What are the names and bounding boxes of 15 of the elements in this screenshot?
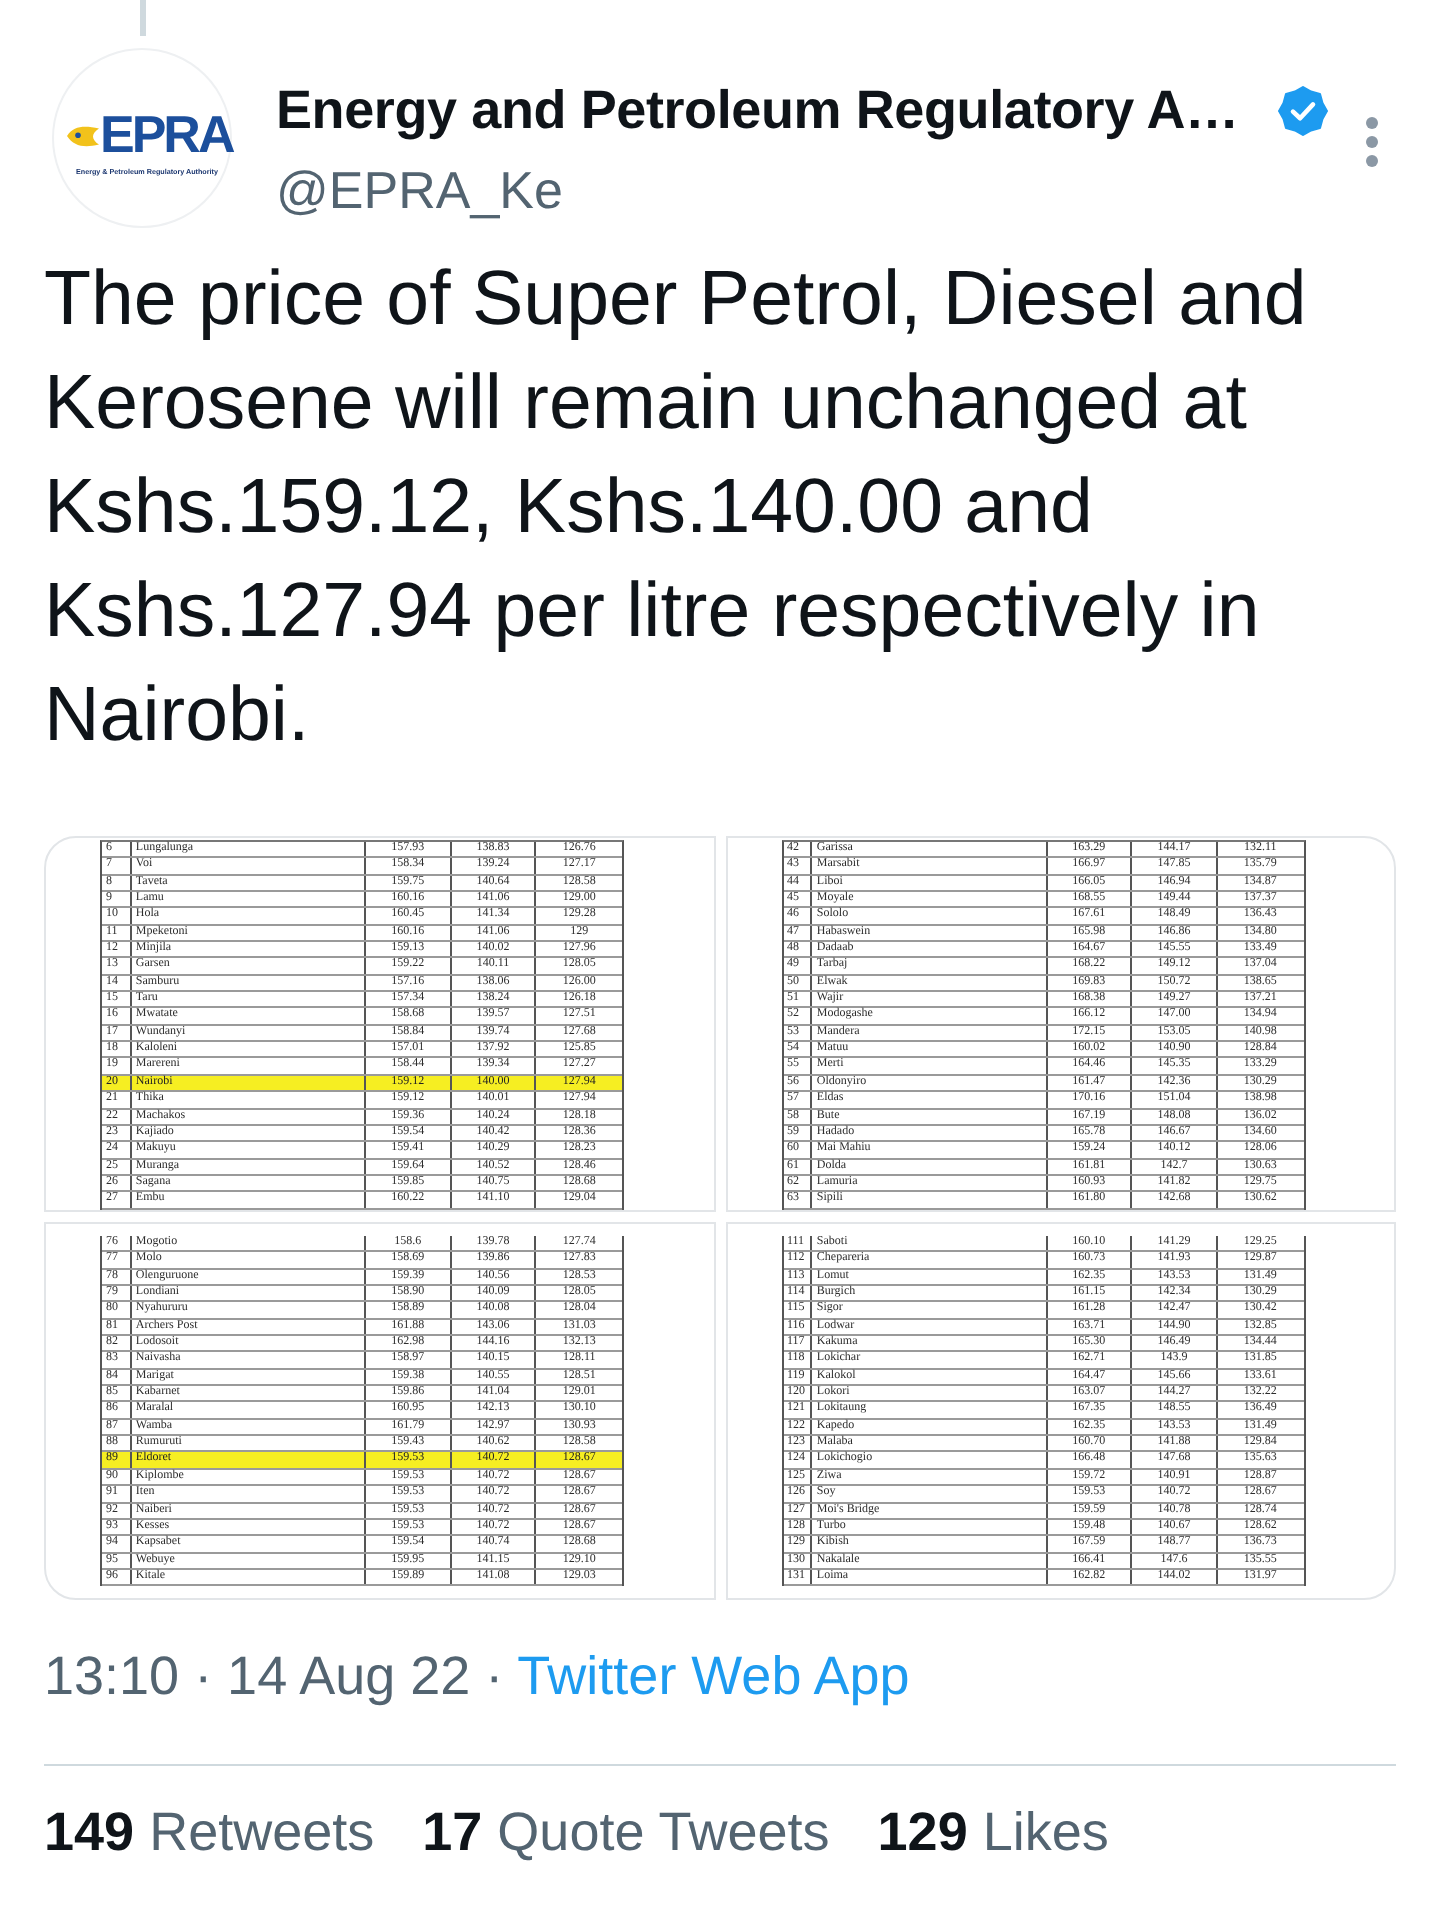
tweet-timestamp: 13:10 · 14 Aug 22 · [44,1644,504,1708]
document-image[interactable] [44,836,715,1212]
more-icon[interactable] [1364,116,1380,168]
document-image[interactable] [725,1222,1396,1600]
document-image[interactable] [725,836,1396,1212]
author-handle[interactable]: @EPRA_Ke [276,158,1329,222]
stat-link[interactable]: 17 Quote Tweets [422,1800,830,1864]
stat-link[interactable]: 149 Retweets [44,1800,375,1864]
logo-text: EPRA [100,108,233,160]
thread-line [140,0,146,36]
author-name[interactable]: Energy and Petroleum Regulatory A… [276,76,1239,144]
document-image[interactable] [44,1222,715,1600]
stat-link[interactable]: 129 Likes [877,1800,1109,1864]
tweet-text: The price of Super Petrol, Diesel and Kerosene will remain unchanged at Kshs.159.12, Kshs.140.00 and Kshs.127.94 per litre respectively in Nairobi. [44,254,1309,762]
fish-icon [66,124,100,148]
